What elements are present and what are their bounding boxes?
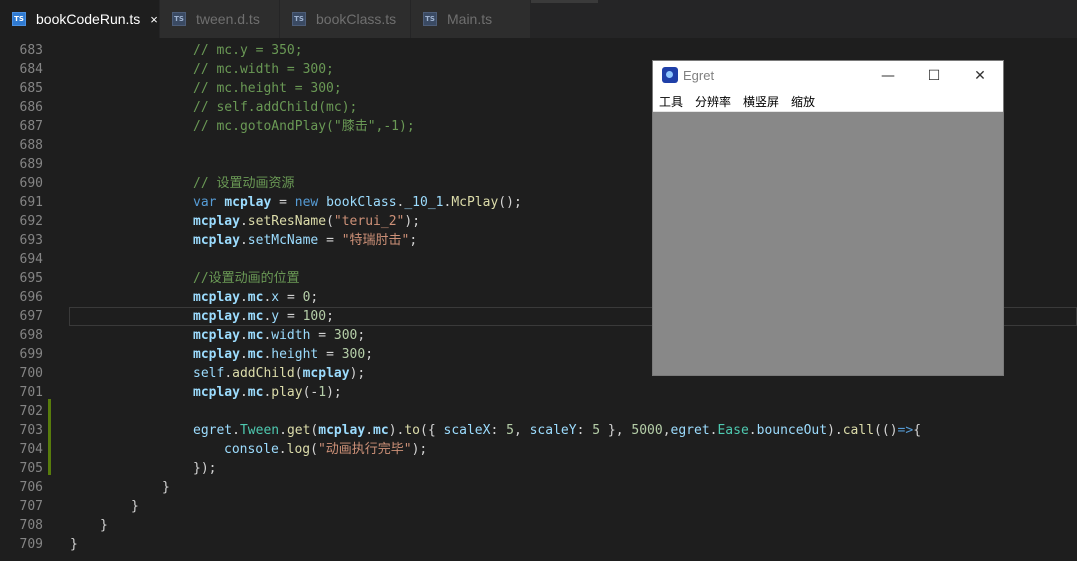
minimize-button[interactable]: —: [865, 61, 911, 91]
code-text: // mc.height = 300;: [193, 81, 342, 96]
code-line[interactable]: 701 mcplay.mc.play(-1);: [0, 383, 1077, 402]
code-text: });: [193, 461, 217, 476]
line-number: 703: [19, 423, 43, 438]
line-number: 683: [19, 43, 43, 58]
tab-bookclass[interactable]: TS bookClass.ts: [280, 0, 411, 38]
line-number: 701: [19, 385, 43, 400]
tab-main[interactable]: TS Main.ts: [411, 0, 531, 38]
ts-file-icon: TS: [292, 12, 306, 26]
code-line[interactable]: 706}: [0, 478, 1077, 497]
code-text: var mcplay = new bookClass._10_1.McPlay(…: [193, 195, 522, 210]
menu-tools[interactable]: 工具: [659, 93, 683, 110]
line-number: 706: [19, 480, 43, 495]
line-number: 693: [19, 233, 43, 248]
maximize-button[interactable]: ☐: [911, 61, 957, 91]
ts-file-icon: TS: [12, 12, 26, 26]
code-line[interactable]: 683 // mc.y = 350;: [0, 41, 1077, 60]
line-number: 698: [19, 328, 43, 343]
code-line[interactable]: 705});: [0, 459, 1077, 478]
code-text: // mc.y = 350;: [193, 43, 303, 58]
egret-logo-icon: [662, 67, 678, 83]
code-text: // mc.gotoAndPlay("膝击",-1);: [193, 119, 415, 134]
line-number: 696: [19, 290, 43, 305]
code-text: // 设置动画资源: [193, 176, 295, 191]
close-icon[interactable]: ×: [150, 12, 158, 27]
code-line[interactable]: 702: [0, 402, 1077, 421]
line-number: 708: [19, 518, 43, 533]
code-text: mcplay.mc.y = 100;: [193, 309, 334, 324]
tab-label: Main.ts: [447, 11, 493, 27]
egret-window[interactable]: Egret — ☐ ✕ 工具 分辨率 横竖屏 缩放: [652, 60, 1004, 376]
line-number: 699: [19, 347, 43, 362]
code-text: mcplay.setMcName = "特瑞肘击";: [193, 233, 418, 248]
line-number: 702: [19, 404, 43, 419]
tab-label: bookClass.ts: [316, 11, 397, 27]
tab-bookcoderun[interactable]: TS bookCodeRun.ts ×: [0, 0, 160, 38]
line-number: 692: [19, 214, 43, 229]
ts-file-icon: TS: [423, 12, 437, 26]
code-text: }: [70, 537, 78, 552]
code-text: // mc.width = 300;: [193, 62, 334, 77]
code-text: mcplay.mc.play(-1);: [193, 385, 342, 400]
line-number: 685: [19, 81, 43, 96]
tab-label: bookCodeRun.ts: [36, 11, 141, 27]
code-text: }: [100, 518, 108, 533]
line-number: 689: [19, 157, 43, 172]
stage-canvas[interactable]: [653, 112, 1003, 375]
window-title: Egret: [683, 68, 715, 83]
code-line[interactable]: 707}: [0, 497, 1077, 516]
line-number: 688: [19, 138, 43, 153]
code-text: }: [162, 480, 170, 495]
code-text: // self.addChild(mc);: [193, 100, 358, 115]
line-number: 697: [19, 309, 43, 324]
line-number: 690: [19, 176, 43, 191]
code-text: mcplay.mc.width = 300;: [193, 328, 366, 343]
ts-file-icon: TS: [172, 12, 186, 26]
code-line[interactable]: 709}: [0, 535, 1077, 554]
line-number: 684: [19, 62, 43, 77]
line-number: 700: [19, 366, 43, 381]
code-text: mcplay.mc.x = 0;: [193, 290, 319, 305]
code-text: mcplay.setResName("terui_2");: [193, 214, 421, 229]
code-text: //设置动画的位置: [193, 271, 300, 286]
menu-zoom[interactable]: 缩放: [791, 93, 815, 110]
window-title-bar[interactable]: Egret — ☐ ✕: [653, 61, 1003, 91]
code-text: self.addChild(mcplay);: [193, 366, 366, 381]
window-menu-bar: 工具 分辨率 横竖屏 缩放: [653, 91, 1003, 112]
code-line[interactable]: 703 egret.Tween.get(mcplay.mc).to({ scale…: [0, 421, 1077, 440]
tab-tween-d[interactable]: TS tween.d.ts: [160, 0, 280, 38]
line-number: 709: [19, 537, 43, 552]
code-text: }: [131, 499, 139, 514]
tab-bar: TS bookCodeRun.ts × TS tween.d.ts TS boo…: [0, 0, 1077, 38]
code-text: egret.Tween.get(mcplay.mc).to({ scaleX: …: [193, 423, 922, 438]
line-number: 707: [19, 499, 43, 514]
line-number: 705: [19, 461, 43, 476]
menu-orientation[interactable]: 横竖屏: [743, 93, 779, 110]
code-line[interactable]: 708}: [0, 516, 1077, 535]
line-number: 694: [19, 252, 43, 267]
line-number: 695: [19, 271, 43, 286]
code-text: console.log("动画执行完毕");: [224, 442, 428, 457]
line-number: 691: [19, 195, 43, 210]
code-line[interactable]: 704 console.log("动画执行完毕");: [0, 440, 1077, 459]
line-number: 686: [19, 100, 43, 115]
close-button[interactable]: ✕: [957, 61, 1003, 91]
code-text: mcplay.mc.height = 300;: [193, 347, 374, 362]
menu-resolution[interactable]: 分辨率: [695, 93, 731, 110]
tab-label: tween.d.ts: [196, 11, 260, 27]
line-number: 704: [19, 442, 43, 457]
line-number: 687: [19, 119, 43, 134]
